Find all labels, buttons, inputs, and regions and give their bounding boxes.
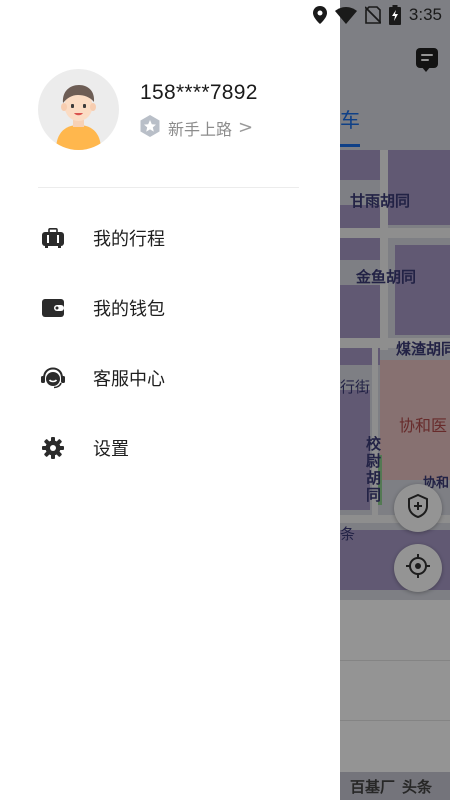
trip-luggage-icon (41, 226, 65, 250)
menu-item-my-wallet[interactable]: 我的钱包 (0, 273, 340, 343)
menu-item-label: 我的钱包 (93, 299, 165, 320)
menu-item-label: 客服中心 (93, 369, 165, 390)
avatar[interactable] (38, 69, 119, 150)
status-time: 3:35 (408, 5, 442, 24)
chevron-right-icon: > (238, 117, 254, 138)
menu-item-my-trips[interactable]: 我的行程 (0, 203, 340, 273)
status-bar: 3:35 (0, 0, 450, 30)
menu-item-settings[interactable]: 设置 (0, 413, 340, 483)
profile-header[interactable]: 158****7892 新手上路 > (38, 69, 318, 150)
drawer-menu: 我的行程 我的钱包 客服中心 设置 (0, 203, 340, 483)
user-phone-number: 158****7892 (140, 81, 258, 104)
profile-divider (38, 187, 299, 188)
user-level-link[interactable]: 新手上路 > (140, 115, 253, 141)
battery-charging-icon (388, 5, 401, 25)
level-badge-icon (140, 115, 160, 141)
gear-icon (41, 436, 65, 460)
wallet-icon (41, 296, 65, 320)
user-level-text: 新手上路 (168, 120, 233, 139)
menu-item-label: 设置 (93, 439, 129, 460)
menu-item-customer-service[interactable]: 客服中心 (0, 343, 340, 413)
menu-item-label: 我的行程 (93, 229, 165, 250)
no-sim-icon (364, 6, 381, 24)
navigation-drawer: 158****7892 新手上路 > 我的行程 我的钱包 客服中心 设置 (0, 0, 340, 800)
customer-service-icon (41, 366, 65, 390)
wifi-icon (334, 6, 357, 24)
location-icon (312, 6, 327, 24)
